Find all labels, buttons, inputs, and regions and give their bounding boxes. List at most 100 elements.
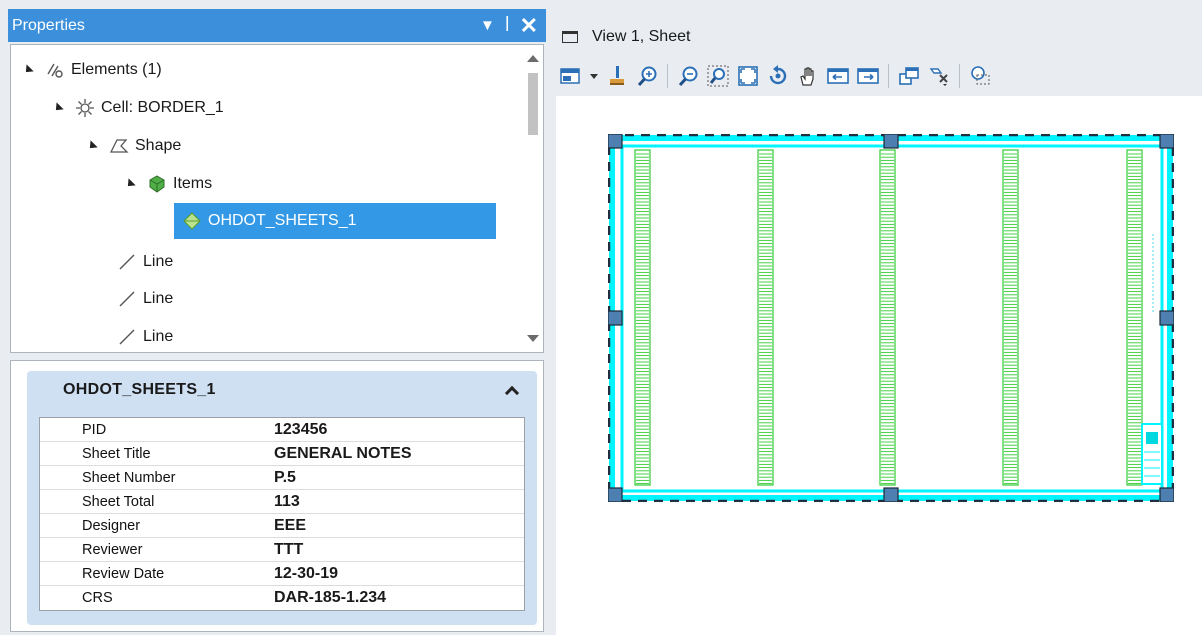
tree-node-cell[interactable]: Cell: BORDER_1 xyxy=(52,93,224,123)
details-header[interactable]: OHDOT_SHEETS_1 xyxy=(27,371,537,409)
property-value[interactable]: GENERAL NOTES xyxy=(274,445,524,463)
chevron-up-icon[interactable] xyxy=(504,385,520,401)
selection-handle[interactable] xyxy=(1159,487,1174,502)
property-value[interactable]: DAR-185-1.234 xyxy=(274,589,524,607)
items-icon xyxy=(147,174,167,194)
selection-handle[interactable] xyxy=(608,134,623,149)
view-window: View 1, Sheet xyxy=(556,14,1202,635)
zoom-in-icon[interactable] xyxy=(634,63,660,89)
pan-view-icon[interactable] xyxy=(795,63,821,89)
item-type-icon xyxy=(182,211,202,231)
shape-icon xyxy=(109,136,129,156)
line-icon xyxy=(117,327,137,347)
app-root: Properties ▼ ꟾ ✕ Elements (1) Cell: BORD… xyxy=(0,0,1202,635)
collapse-arrow-icon[interactable] xyxy=(86,140,98,152)
property-value[interactable]: P.5 xyxy=(274,469,524,487)
property-key: CRS xyxy=(82,590,113,606)
property-row[interactable]: PID 123456 xyxy=(40,418,524,442)
view-toolbar xyxy=(558,58,993,94)
tree-scrollbar[interactable] xyxy=(523,45,543,352)
scroll-down-icon[interactable] xyxy=(527,335,539,342)
tree-node-items[interactable]: Items xyxy=(124,169,213,199)
view-display-icon[interactable] xyxy=(926,63,952,89)
drawing-canvas[interactable] xyxy=(556,96,1202,635)
panel-menu-icon[interactable]: ▼ xyxy=(480,18,495,33)
selection-handle[interactable] xyxy=(883,487,899,502)
selection-handle[interactable] xyxy=(608,310,623,326)
scroll-up-icon[interactable] xyxy=(527,55,539,62)
toolbar-separator xyxy=(959,64,960,88)
clip-volume-icon[interactable] xyxy=(967,63,993,89)
tree-node-line[interactable]: Line xyxy=(117,284,173,314)
tree-label: Cell: BORDER_1 xyxy=(101,99,224,116)
title-block-cell xyxy=(1146,432,1158,444)
collapse-arrow-icon[interactable] xyxy=(124,178,136,190)
details-card: OHDOT_SHEETS_1 PID 123456 Sheet Title GENER… xyxy=(27,371,537,625)
next-view-icon[interactable] xyxy=(855,63,881,89)
tree-label: Line xyxy=(143,290,174,307)
view-header: View 1, Sheet xyxy=(556,14,1202,96)
properties-panel: Properties ▼ ꟾ ✕ Elements (1) Cell: BORD… xyxy=(0,0,546,635)
property-key: Sheet Total xyxy=(82,493,155,510)
selection-handle[interactable] xyxy=(608,487,623,502)
properties-title-bar: Properties ▼ ꟾ ✕ xyxy=(8,9,546,42)
selection-handle[interactable] xyxy=(1159,310,1174,326)
tree-label: Elements (1) xyxy=(71,61,162,78)
property-key: Designer xyxy=(82,517,141,534)
property-key: Reviewer xyxy=(82,541,143,558)
pin-icon[interactable]: ꟾ xyxy=(505,17,510,34)
view-title: View 1, Sheet xyxy=(592,28,691,45)
tree-node-elements[interactable]: Elements (1) xyxy=(22,55,162,85)
tree-node-line[interactable]: Line xyxy=(117,322,173,352)
property-row[interactable]: Sheet Number P.5 xyxy=(40,466,524,490)
sheet-border-drawing[interactable] xyxy=(608,134,1174,502)
property-value[interactable]: 123456 xyxy=(274,421,524,439)
property-key: Sheet Number xyxy=(82,469,176,486)
cell-icon xyxy=(75,98,95,118)
tree-node-line[interactable]: Line xyxy=(117,247,173,277)
scroll-thumb[interactable] xyxy=(528,73,538,135)
property-row[interactable]: Sheet Title GENERAL NOTES xyxy=(40,442,524,466)
tree-label: Line xyxy=(143,328,174,345)
selection-handle[interactable] xyxy=(1159,134,1174,149)
property-value[interactable]: EEE xyxy=(274,517,524,535)
property-row[interactable]: Review Date 12-30-19 xyxy=(40,562,524,586)
zoom-out-icon[interactable] xyxy=(675,63,701,89)
tree-node-shape[interactable]: Shape xyxy=(86,131,182,161)
dropdown-arrow-icon[interactable] xyxy=(588,63,600,89)
properties-title: Properties xyxy=(12,16,85,34)
tree-label: Items xyxy=(173,175,213,192)
tree-label-selected: OHDOT_SHEETS_1 xyxy=(208,212,357,229)
close-icon[interactable]: ✕ xyxy=(520,14,538,37)
property-key: PID xyxy=(82,421,107,438)
window-area-icon[interactable] xyxy=(705,63,731,89)
property-value[interactable]: 12-30-19 xyxy=(274,565,524,583)
details-pane: OHDOT_SHEETS_1 PID 123456 Sheet Title GENER… xyxy=(10,360,544,632)
element-tree[interactable]: Elements (1) Cell: BORDER_1 Shape Items … xyxy=(10,44,544,353)
collapse-arrow-icon[interactable] xyxy=(22,64,34,76)
property-row[interactable]: Reviewer TTT xyxy=(40,538,524,562)
tree-node-ohdot-sheets[interactable]: OHDOT_SHEETS_1 xyxy=(174,203,497,239)
toolbar-separator xyxy=(888,64,889,88)
rotate-view-icon[interactable] xyxy=(765,63,791,89)
property-row[interactable]: Designer EEE xyxy=(40,514,524,538)
previous-view-icon[interactable] xyxy=(825,63,851,89)
view-attributes-icon[interactable] xyxy=(558,63,584,89)
line-icon xyxy=(117,289,137,309)
view-title-bar: View 1, Sheet xyxy=(562,28,690,46)
tree-label: Shape xyxy=(135,137,182,154)
property-key: Sheet Title xyxy=(82,445,151,462)
property-grid: PID 123456 Sheet Title GENERAL NOTES Sheet N… xyxy=(39,417,525,611)
elements-icon xyxy=(45,60,65,80)
update-view-icon[interactable] xyxy=(604,63,630,89)
fit-view-icon[interactable] xyxy=(735,63,761,89)
property-key: Review Date xyxy=(82,565,165,582)
selection-handle[interactable] xyxy=(883,134,899,149)
property-value[interactable]: 113 xyxy=(274,493,524,511)
property-row[interactable]: Sheet Total 113 xyxy=(40,490,524,514)
property-row[interactable]: CRS DAR-185-1.234 xyxy=(40,586,524,610)
collapse-arrow-icon[interactable] xyxy=(52,102,64,114)
copy-view-icon[interactable] xyxy=(896,63,922,89)
details-title: OHDOT_SHEETS_1 xyxy=(63,381,216,398)
property-value[interactable]: TTT xyxy=(274,541,524,559)
